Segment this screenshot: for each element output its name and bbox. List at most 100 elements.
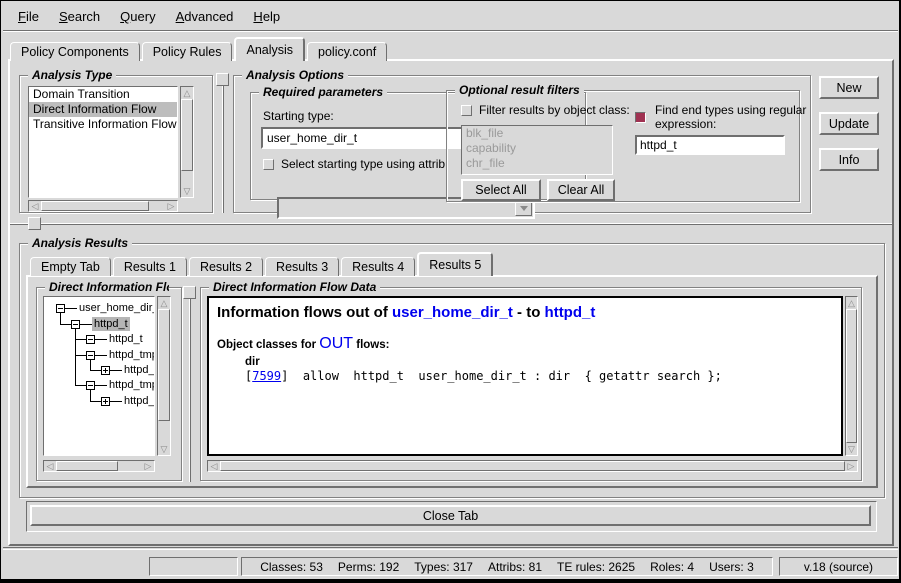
tab-results-3[interactable]: Results 3 bbox=[265, 257, 339, 276]
stat-users: Users: 3 bbox=[709, 560, 754, 574]
horizontal-sash bbox=[10, 223, 892, 225]
tab-analysis[interactable]: Analysis bbox=[234, 37, 305, 61]
tree-expand-icon[interactable] bbox=[101, 366, 110, 375]
flow-data-title: Direct Information Flow Data bbox=[209, 280, 380, 294]
menu-advanced[interactable]: Advanced bbox=[167, 6, 243, 27]
tab-results-5[interactable]: Results 5 bbox=[417, 252, 493, 276]
clear-all-button[interactable]: Clear All bbox=[547, 179, 615, 201]
scrollbar-thumb[interactable] bbox=[846, 309, 857, 443]
flow-data-text[interactable]: Information flows out of user_home_dir_t… bbox=[207, 296, 843, 456]
scroll-left-icon[interactable]: ◁ bbox=[44, 461, 56, 471]
scroll-right-icon[interactable]: ▷ bbox=[845, 461, 857, 471]
tree-collapse-icon[interactable] bbox=[56, 304, 65, 313]
tab-results-4[interactable]: Results 4 bbox=[341, 257, 415, 276]
regex-input[interactable]: httpd_t bbox=[635, 135, 785, 155]
tree-connector bbox=[80, 324, 92, 325]
data-hscrollbar[interactable]: ◁ ▷ bbox=[207, 460, 858, 472]
menu-query[interactable]: Query bbox=[111, 6, 164, 27]
tree-connector bbox=[75, 339, 86, 340]
tree-collapse-icon[interactable] bbox=[86, 381, 95, 390]
scroll-down-icon[interactable]: ▽ bbox=[846, 443, 857, 455]
tree-connector bbox=[90, 359, 91, 370]
scrollbar-thumb[interactable] bbox=[181, 99, 193, 171]
analysis-type-group: Analysis Type Domain Transition Direct I… bbox=[19, 75, 213, 213]
scroll-up-icon[interactable]: △ bbox=[158, 297, 170, 309]
menu-bar: File Search Query Advanced Help bbox=[3, 3, 898, 31]
tree-collapse-icon[interactable] bbox=[86, 335, 95, 344]
tab-policy-components[interactable]: Policy Components bbox=[10, 42, 140, 61]
attrib-checkbox[interactable] bbox=[263, 159, 274, 170]
attrib-checkbox-label: Select starting type using attrib: bbox=[281, 157, 448, 171]
regex-checkbox-label: Find end types using regular expression: bbox=[655, 103, 825, 131]
tab-policy-conf[interactable]: policy.conf bbox=[307, 42, 387, 61]
scroll-left-icon[interactable]: ◁ bbox=[208, 461, 220, 471]
object-class-name: dir bbox=[245, 356, 833, 368]
stat-types: Types: 317 bbox=[414, 560, 473, 574]
data-vscrollbar[interactable]: △ ▽ bbox=[845, 296, 858, 456]
info-button[interactable]: Info bbox=[819, 148, 879, 171]
main-tab-bar: Policy Components Policy Rules Analysis … bbox=[10, 37, 389, 61]
sash-handle[interactable] bbox=[28, 217, 41, 230]
scroll-up-icon[interactable]: △ bbox=[846, 297, 857, 309]
rule-number-link[interactable]: 7599 bbox=[252, 369, 281, 383]
tab-empty-tab[interactable]: Empty Tab bbox=[30, 257, 111, 276]
stat-roles: Roles: 4 bbox=[650, 560, 694, 574]
scrollbar-thumb[interactable] bbox=[220, 461, 845, 471]
results-tab-bar: Empty Tab Results 1 Results 2 Results 3 … bbox=[30, 252, 495, 276]
sash-handle[interactable] bbox=[183, 286, 196, 299]
vertical-sash bbox=[222, 73, 224, 213]
flow-tree-title: Direct Information Flow T bbox=[45, 280, 169, 294]
update-button[interactable]: Update bbox=[819, 112, 879, 135]
scroll-right-icon[interactable]: ▷ bbox=[165, 201, 177, 211]
tab-policy-rules[interactable]: Policy Rules bbox=[142, 42, 233, 61]
filter-object-class-checkbox[interactable] bbox=[461, 105, 472, 116]
menu-help[interactable]: Help bbox=[244, 6, 289, 27]
tree-node[interactable]: httpd_t bbox=[92, 317, 130, 331]
menu-search[interactable]: Search bbox=[50, 6, 109, 27]
list-item-domain-transition[interactable]: Domain Transition bbox=[29, 87, 177, 102]
new-button[interactable]: New bbox=[819, 76, 879, 99]
tree-collapse-icon[interactable] bbox=[86, 351, 95, 360]
list-item-direct-information-flow[interactable]: Direct Information Flow bbox=[29, 102, 177, 117]
tree-node[interactable]: httpd_tmp_t bbox=[107, 348, 155, 362]
tree-node[interactable]: httpd_t bbox=[107, 332, 145, 346]
close-tab-button[interactable]: Close Tab bbox=[30, 505, 871, 526]
regex-checkbox[interactable] bbox=[635, 112, 646, 123]
tree-node[interactable]: httpd_t bbox=[122, 363, 155, 377]
menu-file[interactable]: File bbox=[9, 6, 48, 27]
sash-handle[interactable] bbox=[216, 73, 229, 86]
scroll-down-icon[interactable]: ▽ bbox=[158, 443, 170, 455]
scrollbar-thumb[interactable] bbox=[56, 461, 118, 471]
tree-hscrollbar[interactable]: ◁ ▷ bbox=[43, 460, 155, 472]
scroll-right-icon[interactable]: ▷ bbox=[142, 461, 154, 471]
results-tab-panel: Direct Information Flow T bbox=[26, 275, 878, 488]
scroll-left-icon[interactable]: ◁ bbox=[29, 201, 41, 211]
list-item-transitive-information-flow[interactable]: Transitive Information Flow bbox=[29, 117, 177, 132]
filter-object-class-label: Filter results by object class: bbox=[479, 103, 630, 117]
tab-results-2[interactable]: Results 2 bbox=[189, 257, 263, 276]
tree-vscrollbar[interactable]: △ ▽ bbox=[157, 296, 171, 456]
analysis-type-vscrollbar[interactable]: △ ▽ bbox=[180, 86, 194, 198]
tree-node[interactable]: httpd_t bbox=[122, 394, 155, 408]
flow-data-group: Direct Information Flow Data Information… bbox=[200, 287, 862, 481]
status-bar: Classes: 53 Perms: 192 Types: 317 Attrib… bbox=[1, 553, 898, 579]
scroll-up-icon[interactable]: △ bbox=[181, 87, 193, 99]
starting-type-value: user_home_dir_t bbox=[267, 131, 357, 145]
tree-connector bbox=[95, 355, 107, 356]
analysis-type-hscrollbar[interactable]: ◁ ▷ bbox=[28, 200, 178, 212]
tree-connector bbox=[95, 339, 107, 340]
source-type: user_home_dir_t bbox=[392, 304, 513, 321]
tree-collapse-icon[interactable] bbox=[71, 320, 80, 329]
scrollbar-thumb[interactable] bbox=[158, 309, 170, 421]
scroll-down-icon[interactable]: ▽ bbox=[181, 185, 193, 197]
tree-node[interactable]: user_home_dir_t bbox=[77, 301, 155, 315]
stat-te-rules: TE rules: 2625 bbox=[557, 560, 635, 574]
tab-results-1[interactable]: Results 1 bbox=[113, 257, 187, 276]
tree-expand-icon[interactable] bbox=[101, 397, 110, 406]
tree-node[interactable]: httpd_tmpfs_t bbox=[107, 378, 155, 392]
tree-connector bbox=[60, 324, 71, 325]
select-all-button[interactable]: Select All bbox=[461, 179, 541, 201]
starting-type-label: Starting type: bbox=[263, 109, 334, 123]
scrollbar-thumb[interactable] bbox=[41, 201, 149, 211]
vertical-sash bbox=[189, 286, 191, 482]
